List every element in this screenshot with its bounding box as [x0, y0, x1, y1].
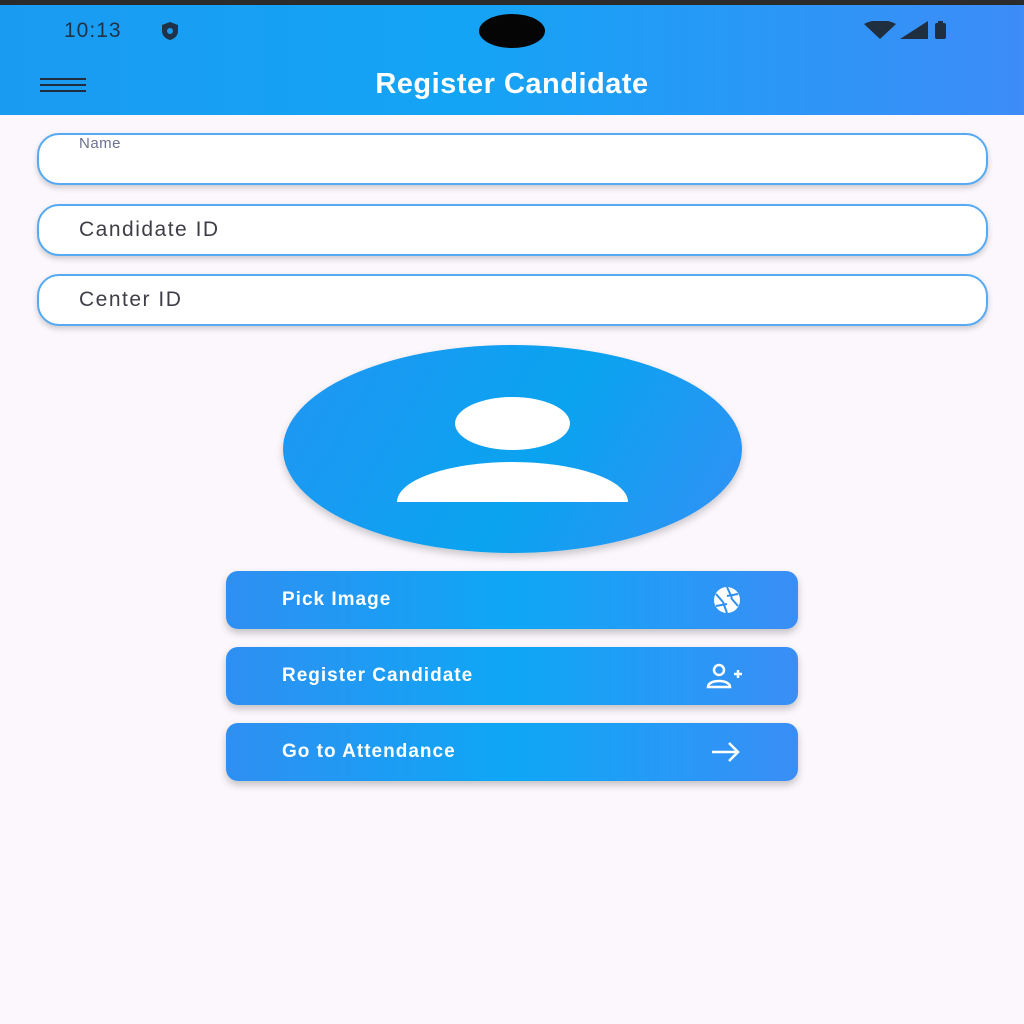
person-icon-body: [397, 462, 628, 502]
signal-icon: [900, 21, 928, 39]
center-id-input[interactable]: [79, 276, 939, 324]
arrow-right-icon: [712, 742, 740, 762]
register-candidate-button[interactable]: Register Candidate: [226, 647, 798, 705]
name-input[interactable]: [79, 135, 939, 183]
camera-cutout: [479, 14, 545, 48]
person-add-icon: [706, 663, 742, 689]
app-bar: 10:13 Register Candidate: [0, 5, 1024, 115]
avatar-placeholder: [283, 345, 742, 553]
page-title: Register Candidate: [375, 68, 649, 100]
pick-image-button[interactable]: Pick Image: [226, 571, 798, 629]
register-candidate-button-label: Register Candidate: [282, 665, 474, 686]
shield-icon: [162, 22, 178, 40]
wifi-icon: [864, 21, 896, 39]
name-field[interactable]: Name: [37, 133, 988, 185]
status-icons: [864, 21, 948, 39]
person-icon-head: [455, 397, 570, 450]
status-time: 10:13: [64, 19, 122, 42]
camera-shutter-icon: [714, 586, 740, 614]
go-to-attendance-button-label: Go to Attendance: [282, 741, 456, 762]
candidate-id-field[interactable]: [37, 204, 988, 256]
pick-image-button-label: Pick Image: [282, 589, 392, 610]
battery-icon: [935, 21, 946, 39]
center-id-field[interactable]: [37, 274, 988, 326]
status-bar: 10:13: [0, 5, 1024, 55]
candidate-id-input[interactable]: [79, 206, 939, 254]
go-to-attendance-button[interactable]: Go to Attendance: [226, 723, 798, 781]
